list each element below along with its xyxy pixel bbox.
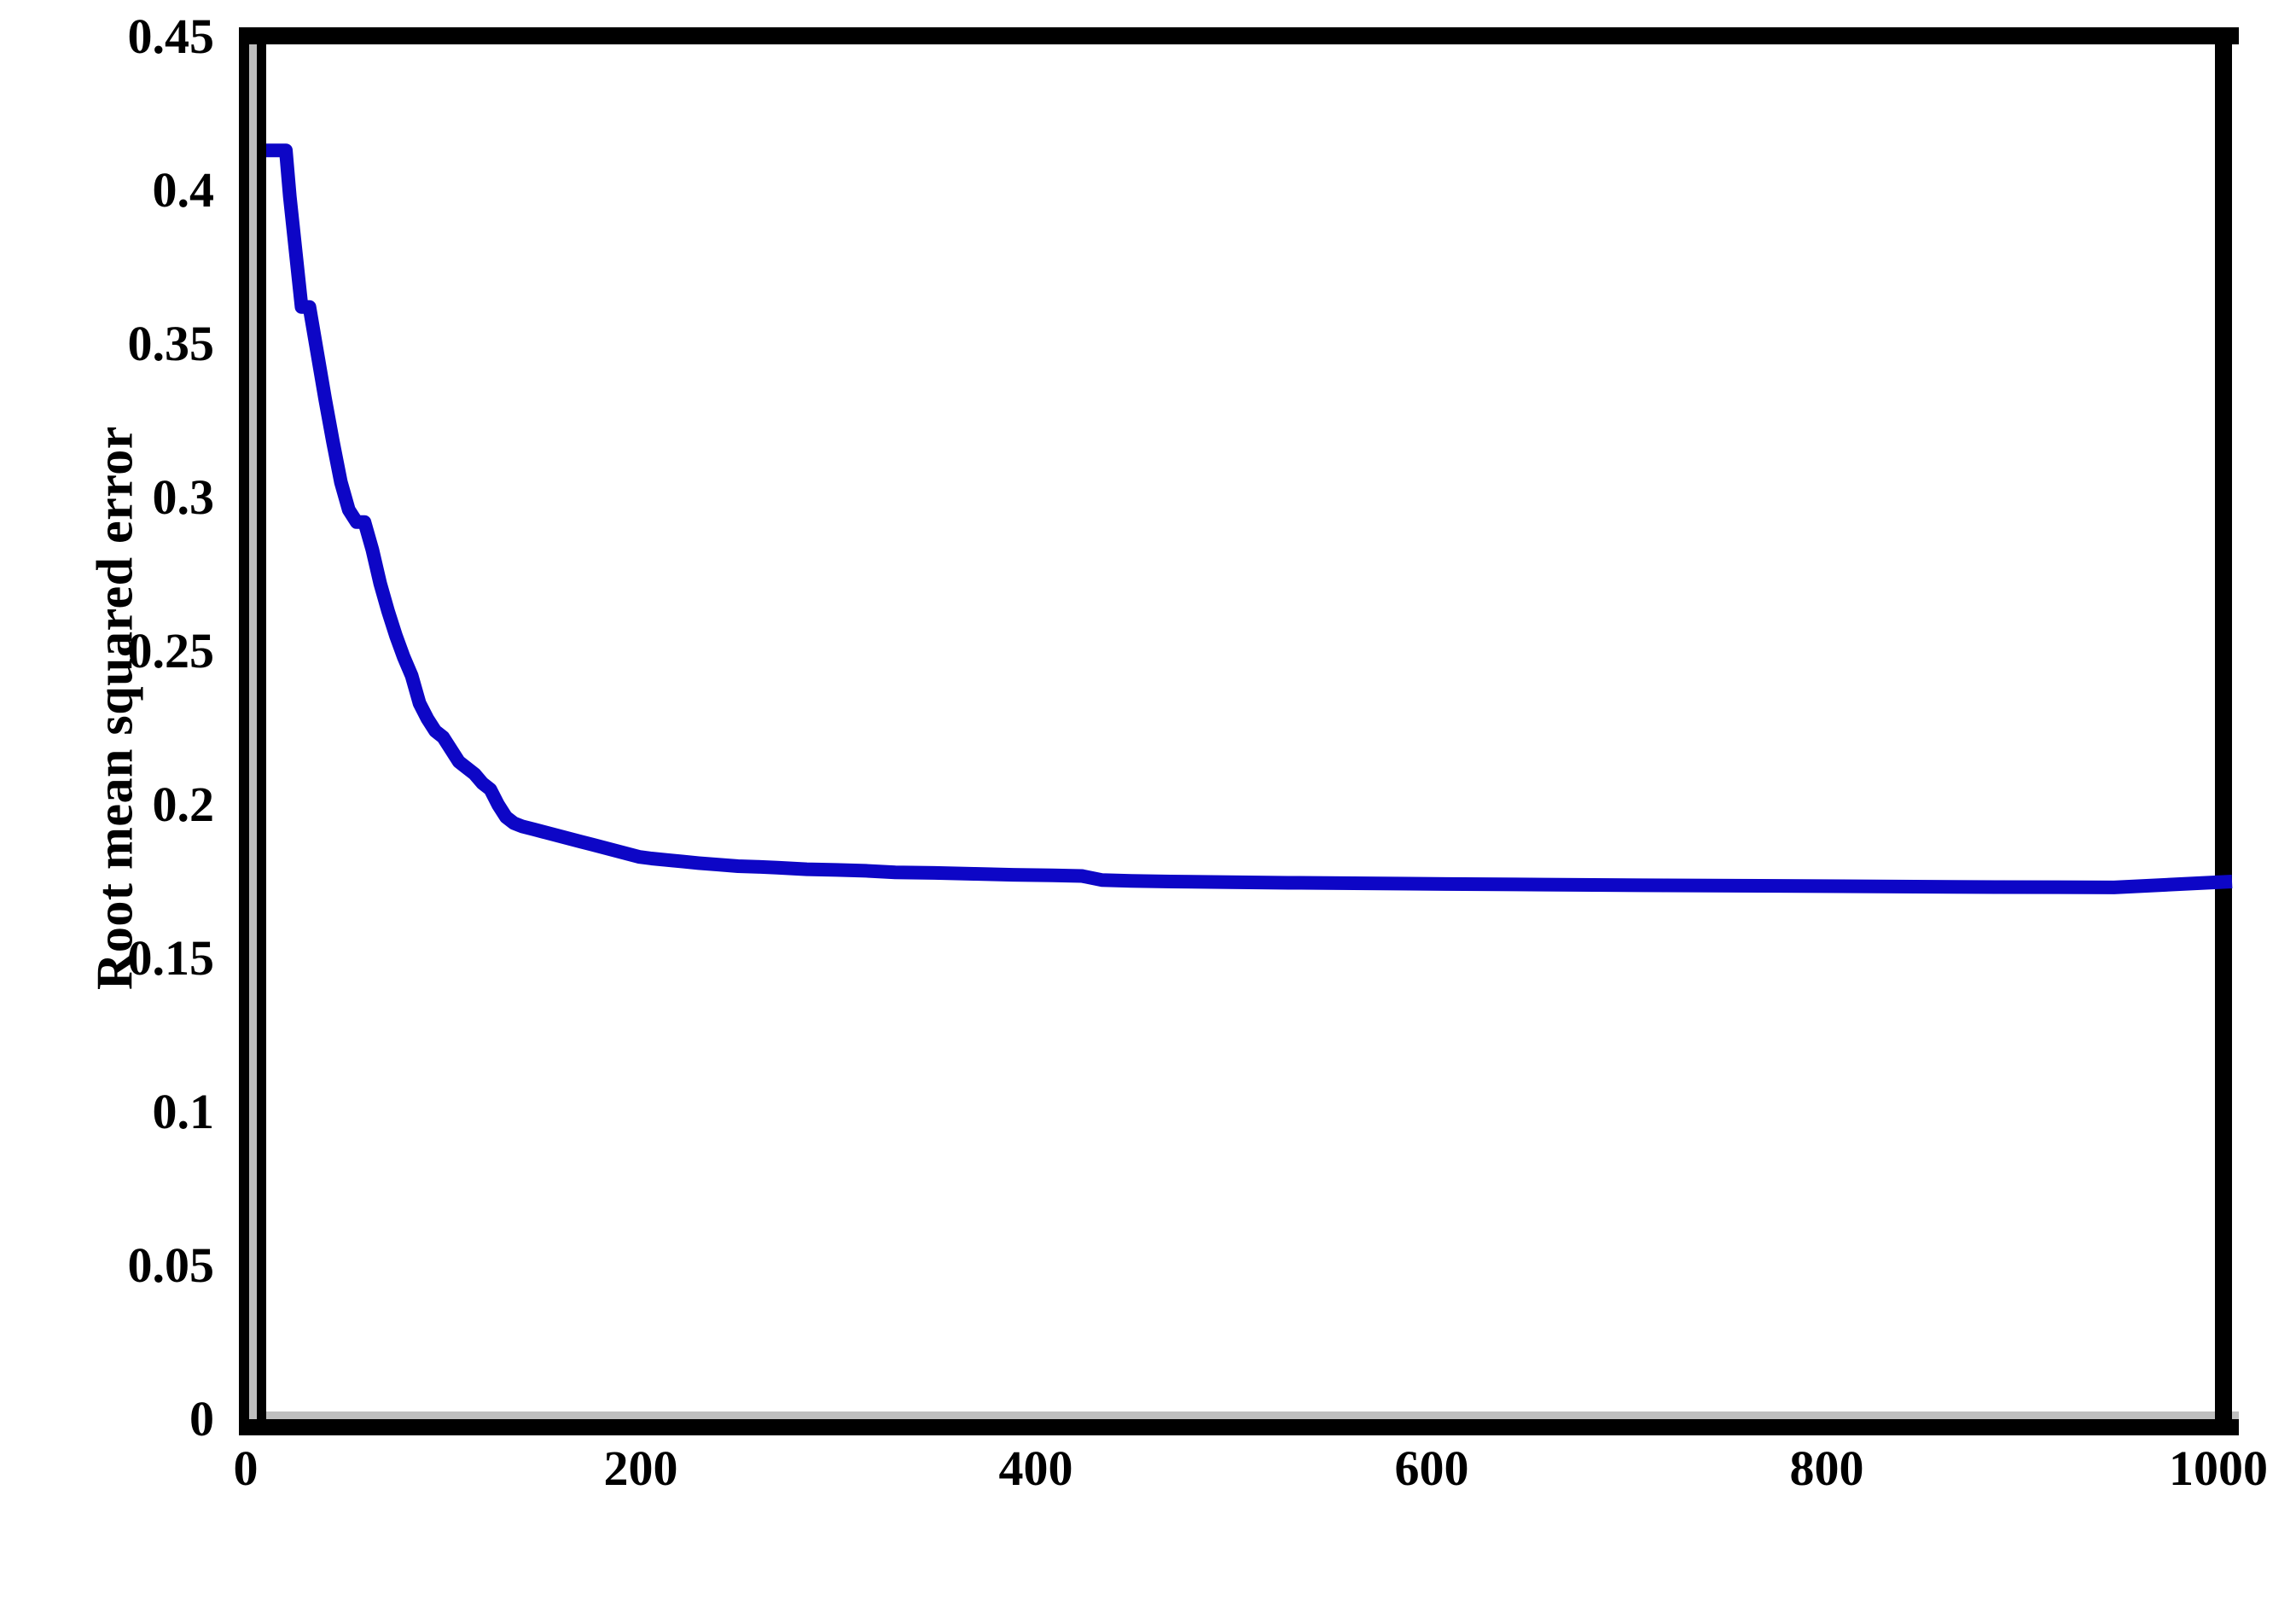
y-tick-label-0.1: 0.1 <box>152 1084 215 1139</box>
x-tick-label-200: 200 <box>603 1440 678 1496</box>
axis-spines <box>239 27 2239 1435</box>
y-tick-label-0.2: 0.2 <box>152 777 215 832</box>
y-tick-label-0.4: 0.4 <box>152 162 215 218</box>
rmse-curve <box>266 143 2233 894</box>
chart-svg <box>239 27 2239 1435</box>
axis-inner-rails <box>249 37 2239 1427</box>
y-tick-label-0.3: 0.3 <box>152 469 215 525</box>
plot-area <box>227 20 2239 1435</box>
y-tick-label-0.15: 0.15 <box>127 930 215 986</box>
y-axis-title: Root mean squared error <box>86 426 143 990</box>
y-tick-label-0: 0 <box>189 1391 214 1446</box>
x-tick-label-600: 600 <box>1394 1440 1469 1496</box>
x-tick-label-400: 400 <box>998 1440 1073 1496</box>
y-tick-label-0.05: 0.05 <box>127 1237 215 1293</box>
y-tick-label-0.35: 0.35 <box>127 316 215 371</box>
y-tick-label-0.25: 0.25 <box>127 623 215 678</box>
x-tick-label-1000: 1000 <box>2169 1440 2268 1496</box>
x-tick-label-0: 0 <box>233 1440 259 1496</box>
chart-page: Root mean squared error 0.45 0.4 0.35 0.… <box>0 0 2296 1618</box>
x-tick-label-800: 800 <box>1789 1440 1864 1496</box>
y-tick-label-0.45: 0.45 <box>127 9 215 64</box>
